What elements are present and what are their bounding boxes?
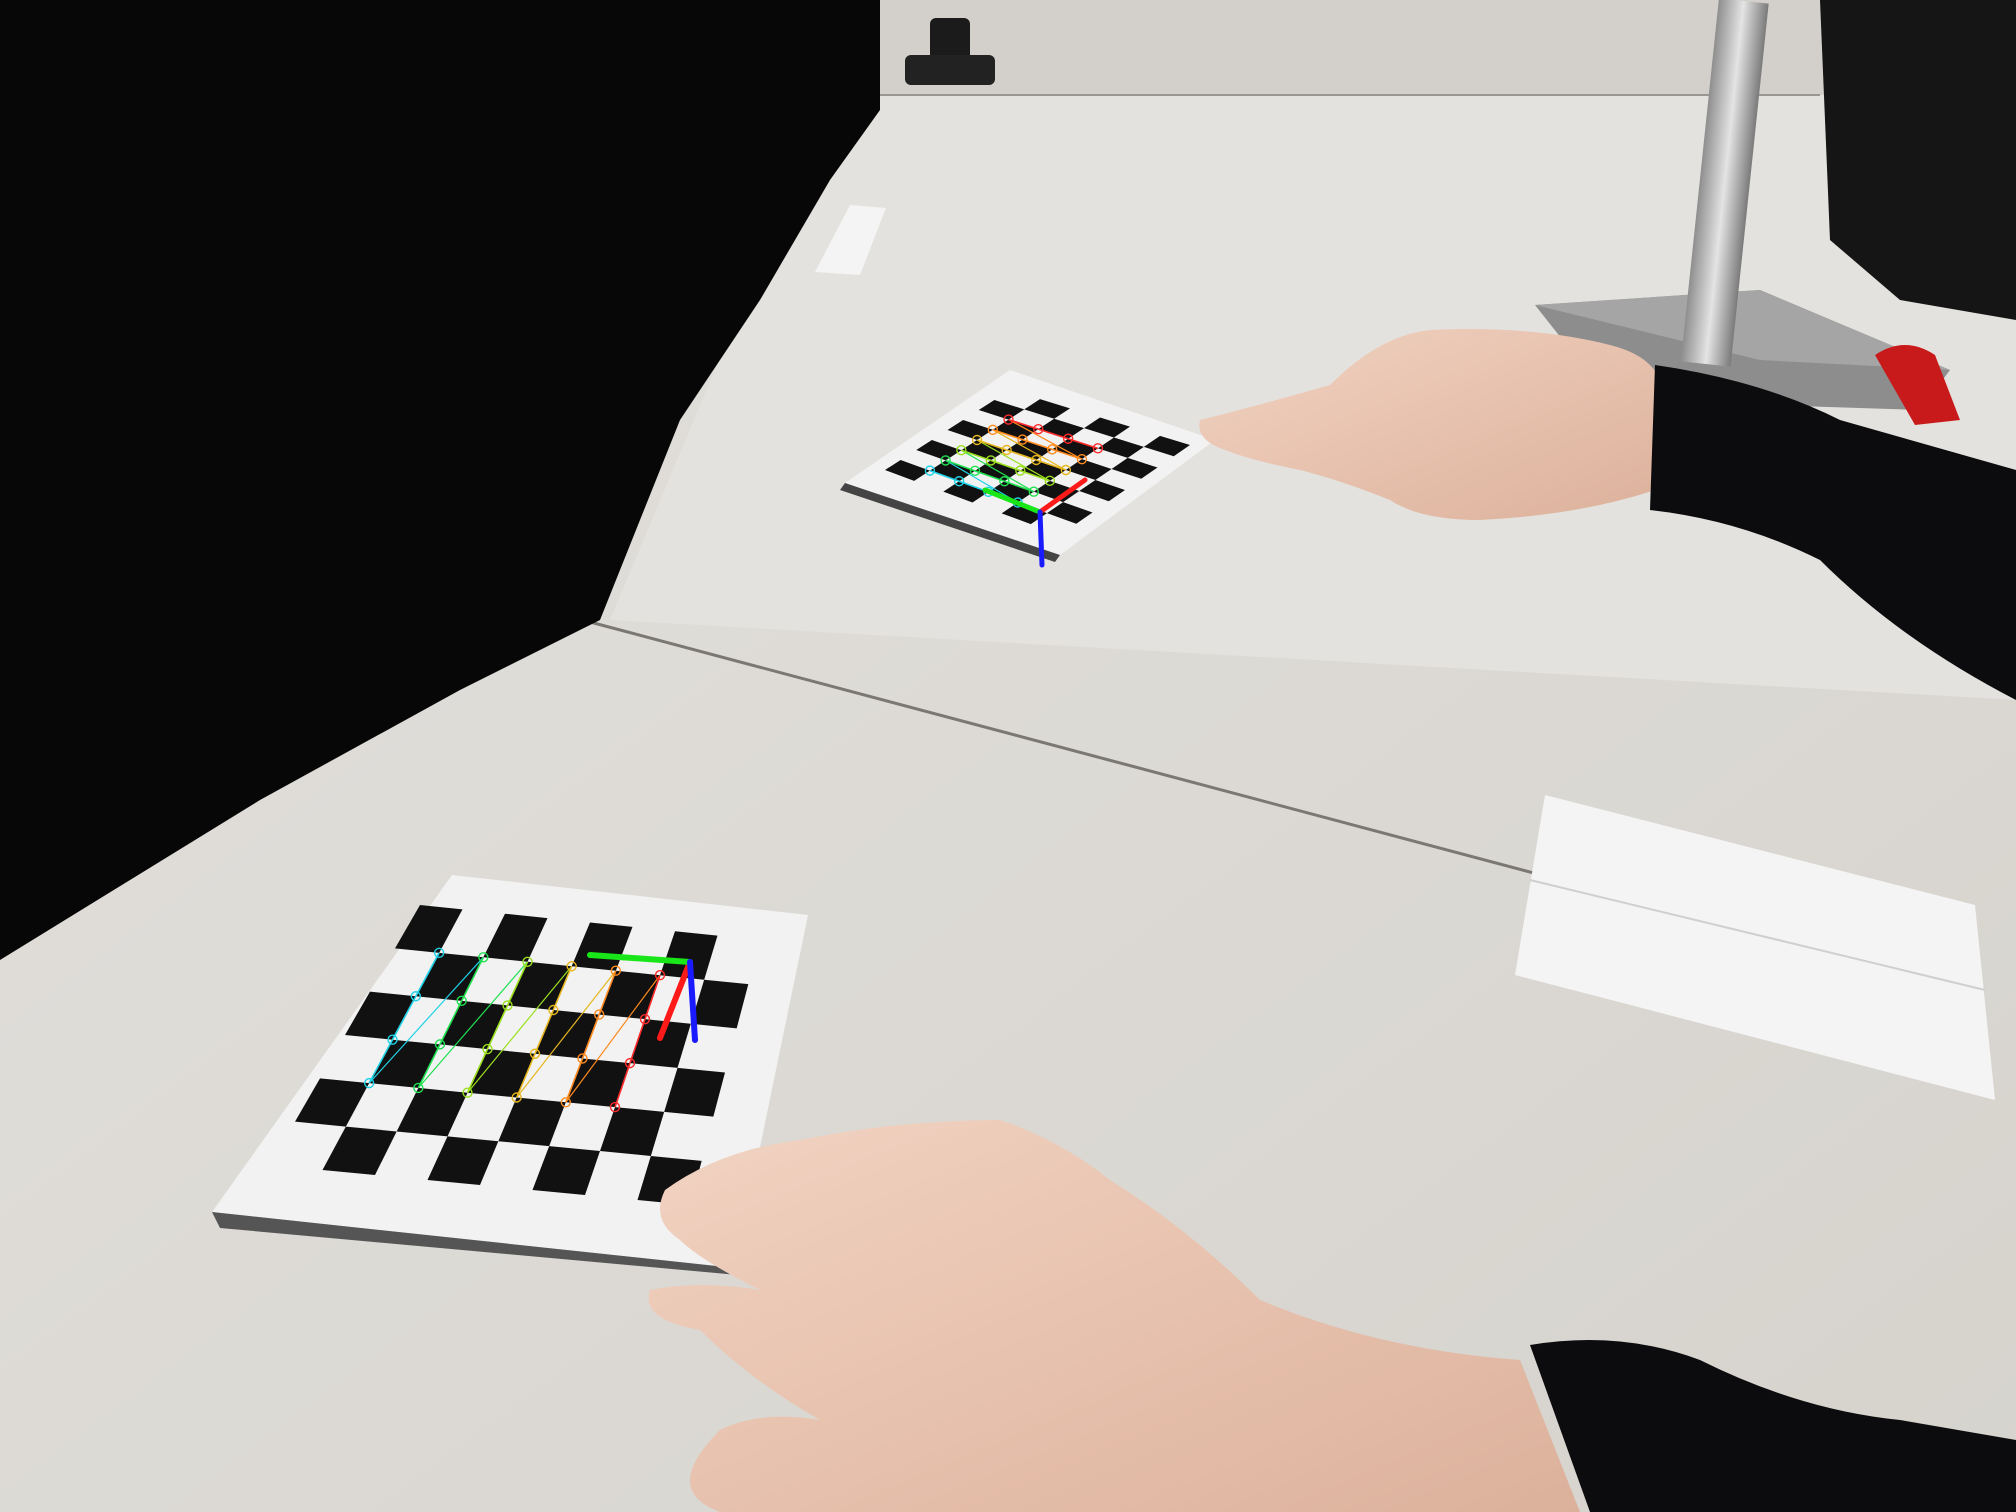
pose-axis-z bbox=[1037, 509, 1045, 568]
camera-photo bbox=[0, 0, 2016, 1512]
